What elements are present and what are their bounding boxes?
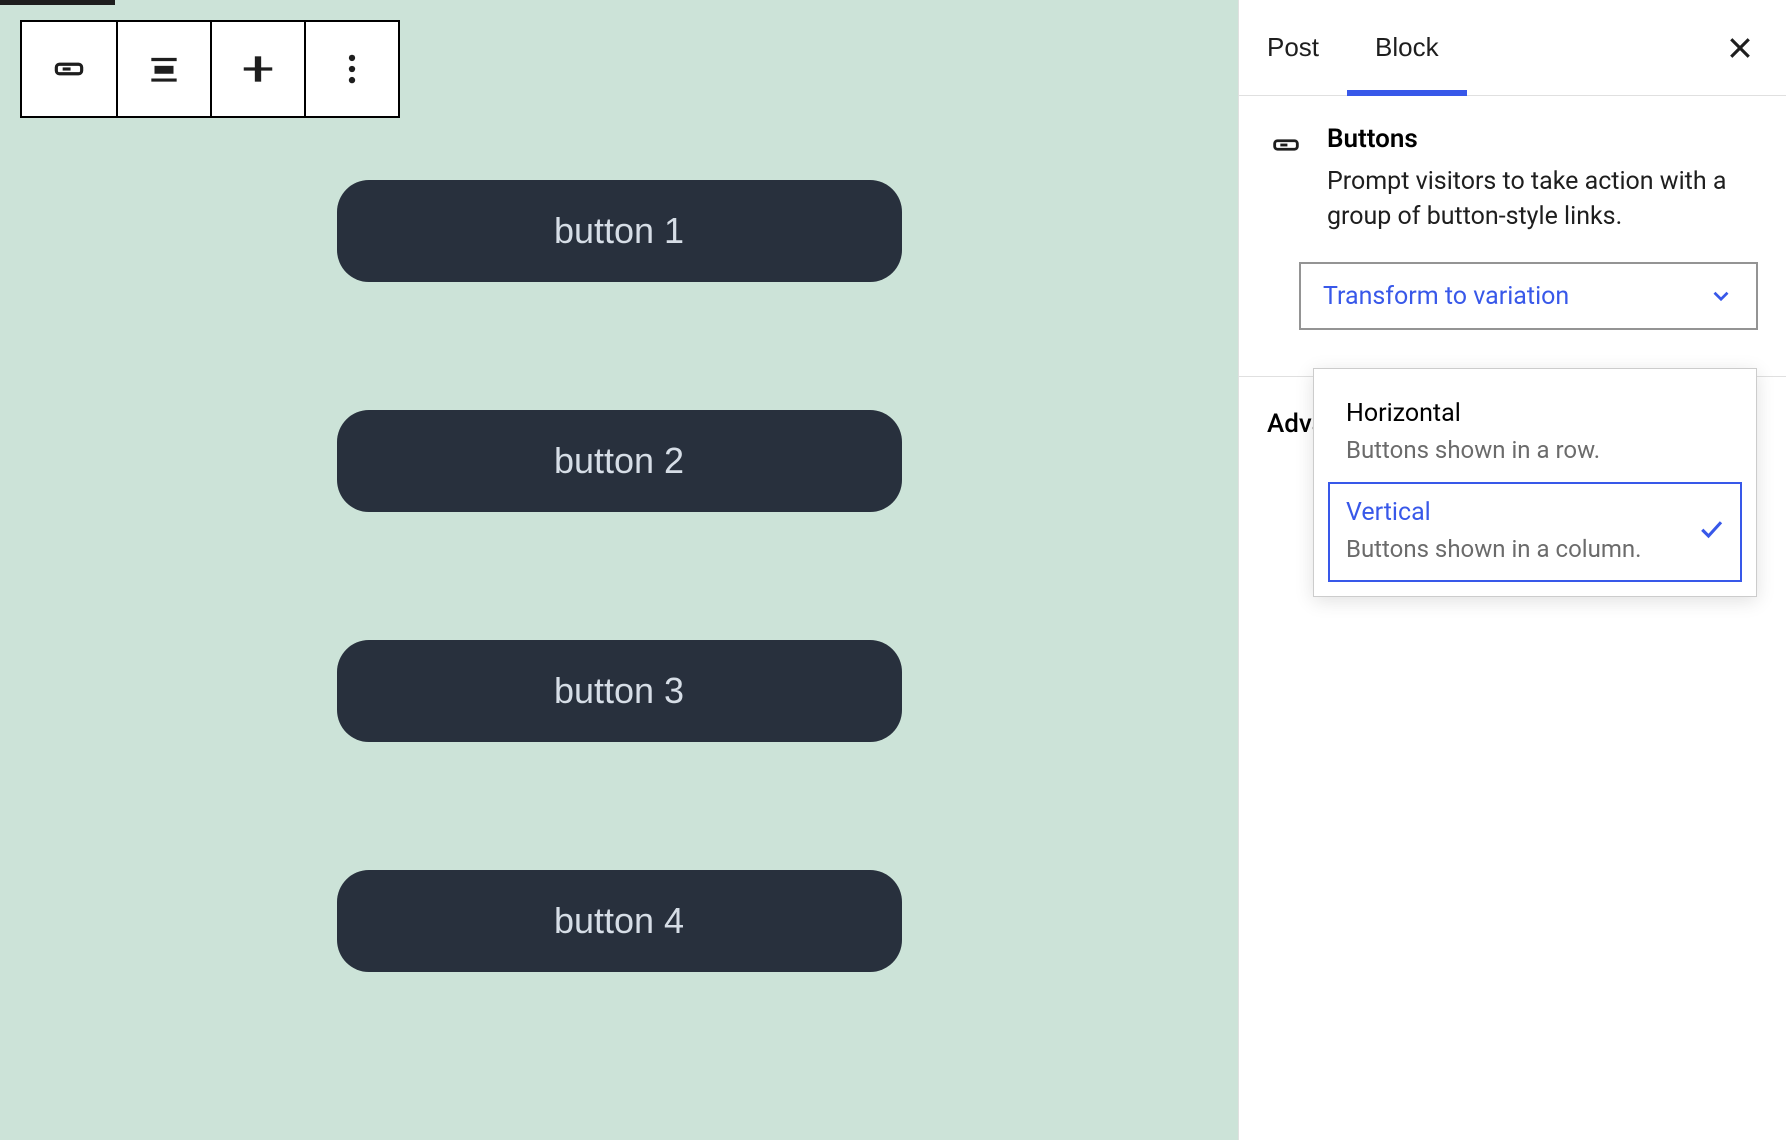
demo-button-3[interactable]: button 3 <box>337 640 902 742</box>
block-info: Buttons Prompt visitors to take action w… <box>1239 96 1786 258</box>
toolbar-align-button[interactable] <box>116 22 210 116</box>
editor-canvas[interactable]: button 1 button 2 button 3 button 4 <box>0 0 1238 1140</box>
toolbar-vertical-align-button[interactable] <box>210 22 304 116</box>
close-icon <box>1725 33 1755 63</box>
tab-block[interactable]: Block <box>1347 0 1467 95</box>
demo-button-2[interactable]: button 2 <box>337 410 902 512</box>
close-sidebar-button[interactable] <box>1710 18 1770 78</box>
demo-button-1[interactable]: button 1 <box>337 180 902 282</box>
variation-option-description: Buttons shown in a column. <box>1346 533 1686 565</box>
demo-button-4[interactable]: button 4 <box>337 870 902 972</box>
sidebar-tabs: Post Block <box>1239 0 1786 96</box>
vertical-align-icon <box>239 50 277 88</box>
variation-option-description: Buttons shown in a row. <box>1346 434 1724 466</box>
buttons-block-icon <box>50 50 88 88</box>
transform-variation-label: Transform to variation <box>1323 282 1569 311</box>
chevron-down-icon <box>1708 283 1734 309</box>
variation-option-title: Horizontal <box>1346 399 1724 428</box>
block-description: Prompt visitors to take action with a gr… <box>1327 164 1758 234</box>
more-options-icon <box>333 50 371 88</box>
align-icon <box>145 50 183 88</box>
settings-sidebar: Post Block Buttons Prompt visitors to ta… <box>1238 0 1786 1140</box>
top-tab-indicator <box>0 0 115 5</box>
check-icon <box>1696 514 1726 551</box>
toolbar-more-button[interactable] <box>304 22 398 116</box>
variation-option-vertical[interactable]: Vertical Buttons shown in a column. <box>1328 482 1742 581</box>
variation-option-title: Vertical <box>1346 498 1686 527</box>
buttons-block[interactable]: button 1 button 2 button 3 button 4 <box>0 180 1238 972</box>
buttons-block-icon <box>1267 126 1305 164</box>
toolbar-block-type-button[interactable] <box>22 22 116 116</box>
variation-option-horizontal[interactable]: Horizontal Buttons shown in a row. <box>1328 383 1742 482</box>
tab-post[interactable]: Post <box>1239 0 1347 95</box>
block-title: Buttons <box>1327 124 1758 154</box>
block-toolbar <box>20 20 400 118</box>
transform-variation-dropdown: Horizontal Buttons shown in a row. Verti… <box>1313 368 1757 597</box>
transform-variation-select[interactable]: Transform to variation <box>1299 262 1758 330</box>
